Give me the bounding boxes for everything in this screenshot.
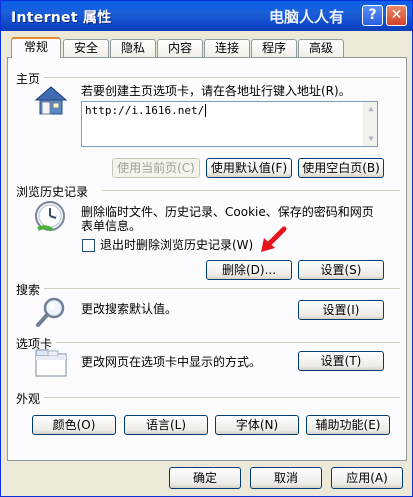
tab-security[interactable]: 安全 bbox=[63, 39, 109, 57]
apply-button[interactable]: 应用(A) bbox=[331, 467, 403, 489]
tab-privacy[interactable]: 隐私 bbox=[110, 39, 156, 57]
tab-programs[interactable]: 程序 bbox=[251, 39, 297, 57]
accessibility-button[interactable]: 辅助功能(E) bbox=[306, 415, 390, 435]
tab-content[interactable]: 内容 bbox=[157, 39, 203, 57]
colors-button[interactable]: 颜色(O) bbox=[32, 415, 116, 435]
internet-options-window: Internet 属性 电脑人人有 ? ✕ 常规 安全 隐私 内容 连接 程序 … bbox=[0, 0, 413, 497]
homepage-url-value: http://i.1616.net/ bbox=[85, 104, 205, 117]
history-settings-button[interactable]: 设置(S) bbox=[298, 260, 384, 280]
delete-on-exit-checkbox[interactable] bbox=[82, 239, 95, 252]
homepage-separator bbox=[44, 77, 400, 78]
tabs-separator bbox=[56, 342, 400, 343]
history-separator bbox=[102, 190, 400, 191]
appearance-separator bbox=[44, 397, 400, 398]
search-description: 更改搜索默认值。 bbox=[81, 302, 178, 316]
delete-on-exit-label[interactable]: 退出时删除浏览历史记录(W) bbox=[100, 238, 253, 252]
house-icon bbox=[34, 86, 68, 115]
title-bar[interactable]: Internet 属性 电脑人人有 ? ✕ bbox=[1, 1, 412, 31]
homepage-description: 若要创建主页选项卡，请在各地址行键入地址(R)。 bbox=[81, 84, 351, 98]
tab-connections[interactable]: 连接 bbox=[204, 39, 250, 57]
history-description-line2: 表单信息。 bbox=[81, 219, 142, 233]
url-scrollbar[interactable]: ▲ ▼ bbox=[363, 102, 377, 146]
tab-general[interactable]: 常规 bbox=[11, 37, 61, 58]
cancel-button[interactable]: 取消 bbox=[250, 467, 322, 489]
history-description-line1: 删除临时文件、历史记录、Cookie、保存的密码和网页 bbox=[81, 205, 374, 219]
languages-button[interactable]: 语言(L) bbox=[124, 415, 208, 435]
use-blank-button[interactable]: 使用空白页(B) bbox=[298, 158, 384, 178]
search-separator bbox=[44, 288, 400, 289]
use-current-page-button[interactable]: 使用当前页(C) bbox=[112, 158, 200, 178]
scroll-up-icon[interactable]: ▲ bbox=[365, 103, 377, 115]
history-clock-icon bbox=[35, 201, 65, 232]
help-button[interactable]: ? bbox=[362, 5, 383, 26]
red-arrow-icon bbox=[261, 226, 287, 252]
appearance-section-label: 外观 bbox=[16, 392, 41, 406]
tabs-settings-button[interactable]: 设置(T) bbox=[298, 351, 384, 371]
tabbed-window-icon bbox=[35, 349, 67, 377]
general-tab-panel: 主页 若要创建主页选项卡，请在各地址行键入地址(R)。 http://i.161… bbox=[7, 57, 407, 461]
history-section-label: 浏览历史记录 bbox=[16, 185, 89, 199]
watermark-text: 电脑人人有 bbox=[269, 8, 345, 26]
homepage-url-field[interactable]: http://i.1616.net/ ▲ ▼ bbox=[81, 101, 378, 147]
ok-button[interactable]: 确定 bbox=[169, 467, 241, 489]
close-button[interactable]: ✕ bbox=[386, 5, 407, 26]
fonts-button[interactable]: 字体(N) bbox=[215, 415, 299, 435]
tabs-description: 更改网页在选项卡中显示的方式。 bbox=[81, 355, 262, 369]
delete-history-button[interactable]: 删除(D)... bbox=[206, 260, 292, 280]
magnifier-icon bbox=[36, 297, 65, 327]
search-settings-button[interactable]: 设置(I) bbox=[298, 300, 384, 320]
scroll-down-icon[interactable]: ▼ bbox=[365, 133, 377, 145]
window-title: Internet 属性 bbox=[11, 10, 112, 26]
tab-advanced[interactable]: 高级 bbox=[298, 39, 344, 57]
use-default-button[interactable]: 使用默认值(F) bbox=[206, 158, 292, 178]
